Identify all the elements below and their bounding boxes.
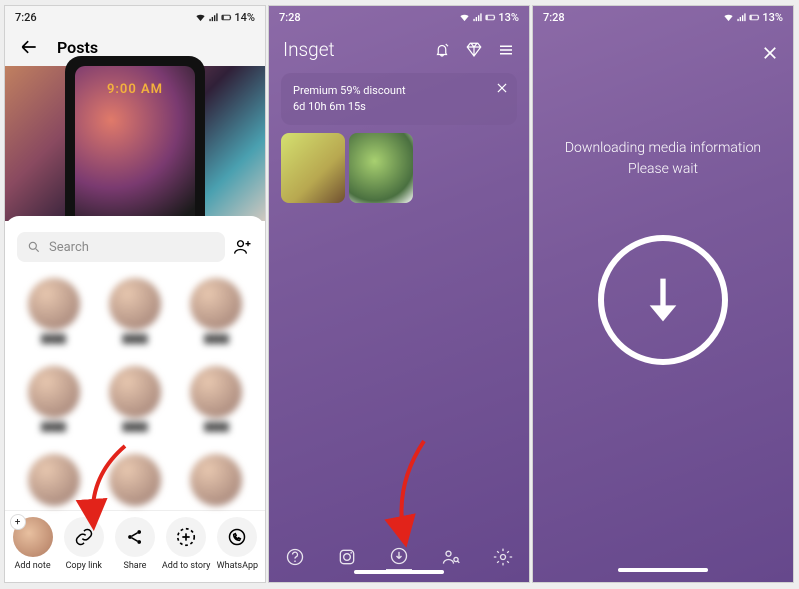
copy-link-button[interactable]: Copy link [59, 517, 109, 571]
share-button[interactable]: Share [110, 517, 160, 571]
add-group-icon[interactable] [233, 237, 253, 257]
action-label: Add to story [162, 561, 211, 571]
share-contact[interactable]: ████ [99, 278, 171, 344]
nav-users[interactable] [438, 544, 464, 570]
status-battery: 14% [234, 11, 255, 24]
bottom-nav [269, 532, 529, 582]
share-contact[interactable]: ████ [18, 278, 90, 344]
menu-icon[interactable] [497, 41, 515, 59]
bell-icon[interactable] [433, 41, 451, 59]
screenshot-insget-downloading: 7:28 13% Downloading media information P… [532, 5, 794, 583]
status-bar: 7:28 13% [533, 6, 793, 28]
avatar-icon [13, 517, 53, 557]
battery-icon [749, 12, 760, 23]
share-icon [125, 527, 145, 547]
download-indicator [598, 235, 728, 365]
search-row: Search [5, 228, 265, 272]
share-contact[interactable] [18, 454, 90, 506]
share-sheet: Search ████ ████ ████ ████ ████ ████ [5, 216, 265, 582]
whatsapp-button[interactable]: WhatsApp [212, 517, 262, 571]
share-contact[interactable]: ████ [180, 366, 252, 432]
status-right: 13% [459, 11, 519, 24]
annotation-arrow [384, 436, 434, 546]
share-contact[interactable] [99, 454, 171, 506]
screenshot-insget-home: 7:28 13% Insget Premium 59% discount 6d … [268, 5, 530, 583]
media-thumbnail[interactable] [349, 133, 413, 203]
share-contact[interactable]: ████ [180, 278, 252, 344]
post-media-preview[interactable]: 9:00 AM [5, 66, 265, 221]
premium-promo-banner[interactable]: Premium 59% discount 6d 10h 6m 15s [281, 73, 517, 125]
app-title: Insget [283, 38, 335, 61]
status-line2: Please wait [533, 159, 793, 180]
share-contact[interactable] [180, 454, 252, 506]
close-icon[interactable] [761, 44, 779, 62]
promo-line2: 6d 10h 6m 15s [293, 99, 505, 115]
diamond-icon[interactable] [465, 41, 483, 59]
share-contact[interactable]: ████ [99, 366, 171, 432]
nav-settings[interactable] [490, 544, 516, 570]
arrow-down-icon [631, 268, 695, 332]
status-bar: 7:26 14% [5, 6, 265, 28]
action-label: Share [124, 561, 147, 571]
battery-icon [485, 12, 496, 23]
add-to-story-button[interactable]: Add to story [161, 517, 211, 571]
status-battery: 13% [762, 11, 783, 24]
home-indicator[interactable] [618, 568, 708, 572]
signal-icon [208, 12, 219, 23]
people-grid: ████ ████ ████ ████ ████ ████ [5, 272, 265, 510]
signal-icon [472, 12, 483, 23]
screenshot-instagram-share: 7:26 14% Posts 9:00 AM Search ████ [4, 5, 266, 583]
wifi-icon [723, 12, 734, 23]
nav-download[interactable] [386, 544, 412, 570]
close-icon[interactable] [495, 81, 509, 95]
app-titlebar: Insget [269, 28, 529, 65]
action-label: Add note [15, 561, 51, 571]
story-add-icon [175, 526, 197, 548]
nav-help[interactable] [282, 544, 308, 570]
search-input[interactable]: Search [17, 232, 225, 262]
download-icon [389, 546, 409, 566]
action-label: WhatsApp [217, 561, 258, 571]
whatsapp-icon [227, 527, 247, 547]
wifi-icon [195, 12, 206, 23]
search-placeholder: Search [49, 240, 89, 255]
status-battery: 13% [498, 11, 519, 24]
share-contact[interactable]: ████ [18, 366, 90, 432]
download-status-text: Downloading media information Please wai… [533, 138, 793, 180]
status-time: 7:26 [15, 11, 37, 24]
status-line1: Downloading media information [533, 138, 793, 159]
post-time-overlay: 9:00 AM [107, 82, 163, 97]
media-thumbnail[interactable] [281, 133, 345, 203]
status-time: 7:28 [543, 11, 565, 24]
action-label: Copy link [66, 561, 102, 571]
nav-instagram[interactable] [334, 544, 360, 570]
wifi-icon [459, 12, 470, 23]
status-right: 13% [723, 11, 783, 24]
status-bar: 7:28 13% [269, 6, 529, 28]
status-time: 7:28 [279, 11, 301, 24]
download-thumbnails [281, 133, 517, 203]
home-indicator[interactable] [354, 570, 444, 574]
back-arrow-icon[interactable] [19, 37, 39, 57]
status-right: 14% [195, 11, 255, 24]
battery-icon [221, 12, 232, 23]
promo-line1: Premium 59% discount [293, 83, 505, 99]
page-title: Posts [57, 38, 98, 57]
link-icon [74, 527, 94, 547]
search-icon [27, 240, 41, 254]
add-note-button[interactable]: Add note [8, 517, 58, 571]
share-actions-row: Add note Copy link Share Add to story Wh… [5, 510, 265, 575]
signal-icon [736, 12, 747, 23]
